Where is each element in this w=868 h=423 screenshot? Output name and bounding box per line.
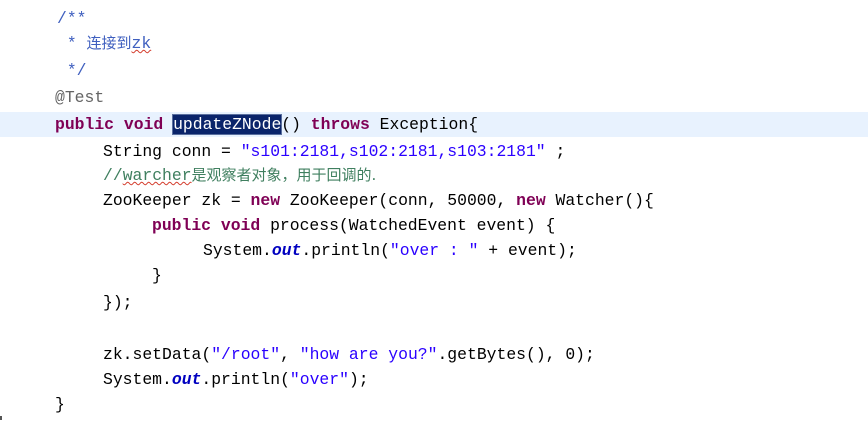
code-line-content: /** (57, 6, 87, 31)
code-token: System. (203, 241, 272, 260)
code-token: String conn = (103, 142, 241, 161)
code-token: 连接到 (86, 34, 132, 52)
code-line[interactable]: public void updateZNode() throws Excepti… (0, 112, 868, 137)
code-token: void (123, 115, 164, 134)
code-token: .println( (301, 241, 390, 260)
code-token: "over" (289, 370, 349, 389)
code-token: "over : " (389, 241, 479, 260)
code-line-content: } (55, 392, 65, 417)
code-line-content: ZooKeeper zk = new ZooKeeper(conn, 50000… (103, 188, 654, 213)
code-token: out (171, 370, 202, 389)
code-line-content: String conn = "s101:2181,s102:2181,s103:… (103, 139, 565, 164)
code-token: * (57, 34, 87, 53)
code-line-content: @Test (55, 85, 104, 110)
code-token: out (271, 241, 302, 260)
code-token: .getBytes(), 0); (437, 345, 595, 364)
code-line[interactable]: String conn = "s101:2181,s102:2181,s103:… (0, 139, 868, 164)
code-line[interactable]: }); (0, 290, 868, 315)
code-line-content: public void updateZNode() throws Excepti… (55, 112, 478, 137)
code-line[interactable]: /** (0, 6, 868, 31)
code-token: public (55, 115, 115, 134)
code-token: }); (103, 293, 133, 312)
code-token: () (281, 115, 311, 134)
code-token: new (250, 191, 281, 210)
code-line[interactable]: * 连接到zk (0, 31, 868, 56)
code-token: ); (348, 370, 369, 389)
code-token: // (103, 166, 123, 185)
code-token: + event); (478, 241, 577, 260)
code-token: , (280, 345, 300, 364)
code-line[interactable]: ZooKeeper zk = new ZooKeeper(conn, 50000… (0, 188, 868, 213)
code-line-content: System.out.println("over"); (103, 367, 369, 392)
code-line[interactable]: zk.setData("/root", "how are you?".getBy… (0, 342, 868, 367)
code-line-content: } (152, 263, 162, 288)
code-token: System. (103, 370, 172, 389)
code-token: "/root" (211, 345, 281, 364)
code-line[interactable]: } (0, 263, 868, 288)
code-line-content: */ (57, 58, 87, 83)
code-line-content: }); (103, 290, 133, 315)
selected-token: updateZNode (172, 114, 283, 135)
code-line[interactable]: System.out.println("over : " + event); (0, 238, 868, 263)
code-token: warcher (122, 166, 192, 185)
code-editor[interactable]: /** * 连接到zk */ @Test public void updateZNo… (0, 0, 868, 423)
code-line[interactable] (0, 317, 868, 342)
code-token: ; (545, 142, 566, 161)
code-token: /** (57, 9, 87, 28)
code-token: @Test (55, 88, 105, 107)
code-line-content: public void process(WatchedEvent event) … (152, 213, 555, 238)
code-token: ZooKeeper(conn, 50000, (280, 191, 517, 210)
code-token: Exception{ (369, 115, 479, 134)
code-token: throws (310, 115, 370, 134)
code-line-content: zk.setData("/root", "how are you?".getBy… (103, 342, 595, 367)
code-token: 是观察者对象，用于回调的. (191, 166, 377, 184)
code-token: .println( (201, 370, 290, 389)
code-token: ZooKeeper zk = (103, 191, 251, 210)
code-token: void (220, 216, 261, 235)
code-token: "how are you?" (299, 345, 438, 364)
code-line[interactable]: @Test (0, 85, 868, 110)
code-token: process(WatchedEvent event) { (260, 216, 556, 235)
code-token: Watcher(){ (545, 191, 654, 210)
code-line-content: //warcher是观察者对象，用于回调的. (103, 163, 376, 188)
code-token: zk.setData( (103, 345, 212, 364)
code-token: public (152, 216, 212, 235)
code-line[interactable]: public void process(WatchedEvent event) … (0, 213, 868, 238)
code-token: */ (57, 61, 87, 80)
code-token: } (55, 395, 65, 414)
code-line-content: System.out.println("over : " + event); (203, 238, 577, 263)
code-line-content: * 连接到zk (57, 31, 151, 56)
code-line[interactable]: System.out.println("over"); (0, 367, 868, 392)
code-line[interactable]: */ (0, 58, 868, 83)
code-token: zk (131, 34, 152, 53)
code-token: "s101:2181,s102:2181,s103:2181" (240, 142, 546, 161)
code-token: } (152, 266, 162, 285)
code-line[interactable]: //warcher是观察者对象，用于回调的. (0, 163, 868, 188)
gutter-marker (0, 416, 2, 420)
code-token: new (516, 191, 546, 210)
code-line[interactable]: } (0, 392, 868, 417)
